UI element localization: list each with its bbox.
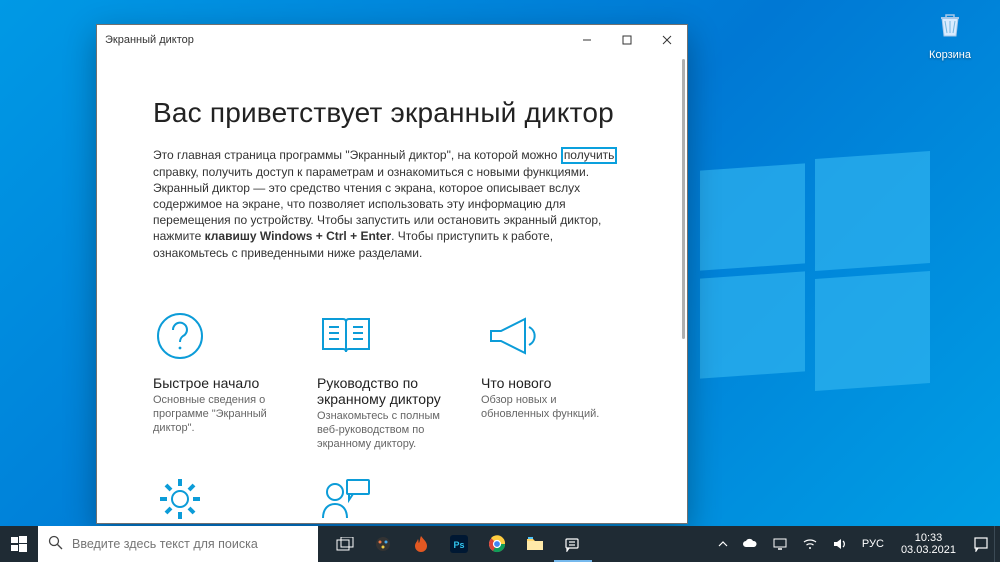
taskbar-pinned: Ps (326, 526, 592, 562)
task-view-button[interactable] (326, 526, 364, 562)
card-whatsnew[interactable]: Что нового Обзор новых и обновленных фун… (481, 309, 623, 452)
system-tray: РУС 10:33 03.03.2021 (713, 526, 994, 562)
desktop: Корзина Экранный диктор Вас приветствует… (0, 0, 1000, 562)
clock-date: 03.03.2021 (901, 544, 956, 556)
tray-onedrive-icon[interactable] (739, 526, 761, 562)
card-title: Руководство по экранному диктору (317, 375, 459, 407)
close-button[interactable] (647, 25, 687, 55)
taskbar-app-chrome[interactable] (478, 526, 516, 562)
card-settings[interactable] (153, 472, 295, 523)
taskbar-app-flame[interactable] (402, 526, 440, 562)
card-desc: Ознакомьтесь с полным веб-руководством п… (317, 409, 459, 452)
window-title: Экранный диктор (105, 34, 194, 46)
help-circle-icon (153, 309, 295, 371)
card-quickstart[interactable]: Быстрое начало Основные сведения о прогр… (153, 309, 295, 452)
intro-paragraph: Это главная страница программы "Экранный… (153, 147, 623, 261)
taskbar-app-photoshop[interactable]: Ps (440, 526, 478, 562)
tray-network-icon[interactable] (769, 526, 791, 562)
recycle-bin[interactable]: Корзина (920, 8, 980, 61)
tray-clock[interactable]: 10:33 03.03.2021 (895, 532, 962, 556)
card-empty (481, 472, 623, 523)
tray-wifi-icon[interactable] (799, 526, 821, 562)
taskbar-app-narrator[interactable] (554, 526, 592, 562)
tray-language[interactable]: РУС (859, 526, 887, 562)
tray-overflow-icon[interactable] (715, 526, 731, 562)
scrollbar[interactable] (679, 59, 685, 519)
page-heading: Вас приветствует экранный диктор (153, 97, 623, 129)
content-area[interactable]: Вас приветствует экранный диктор Это гла… (97, 55, 679, 523)
maximize-button[interactable] (607, 25, 647, 55)
card-feedback[interactable] (317, 472, 459, 523)
recycle-bin-icon (920, 8, 980, 47)
search-box[interactable] (38, 526, 318, 562)
card-desc: Основные сведения о программе "Экранный … (153, 393, 295, 436)
recycle-bin-label: Корзина (920, 49, 980, 61)
svg-text:Ps: Ps (453, 540, 464, 550)
scrollbar-thumb[interactable] (682, 59, 685, 339)
card-title: Что нового (481, 375, 623, 391)
card-title: Быстрое начало (153, 375, 295, 391)
gear-icon (153, 472, 295, 523)
card-desc: Обзор новых и обновленных функций. (481, 393, 623, 422)
titlebar[interactable]: Экранный диктор (97, 25, 687, 55)
show-desktop-button[interactable] (994, 526, 1000, 562)
start-button[interactable] (0, 526, 38, 562)
narrator-window: Экранный диктор Вас приветствует экранны… (96, 24, 688, 524)
tray-volume-icon[interactable] (829, 526, 851, 562)
taskbar-app-paint[interactable] (364, 526, 402, 562)
windows-logo-background (700, 155, 930, 385)
search-input[interactable] (72, 526, 318, 562)
person-chat-icon (317, 472, 459, 523)
tray-notifications-icon[interactable] (970, 526, 992, 562)
card-guide[interactable]: Руководство по экранному диктору Ознаком… (317, 309, 459, 452)
megaphone-icon (481, 309, 623, 371)
book-icon (317, 309, 459, 371)
narrator-cursor-highlight: получить (561, 147, 618, 164)
search-icon (38, 535, 72, 553)
taskbar-app-explorer[interactable] (516, 526, 554, 562)
clock-time: 10:33 (901, 532, 956, 544)
minimize-button[interactable] (567, 25, 607, 55)
taskbar: Ps РУС 10:33 03.03.2021 (0, 526, 1000, 562)
